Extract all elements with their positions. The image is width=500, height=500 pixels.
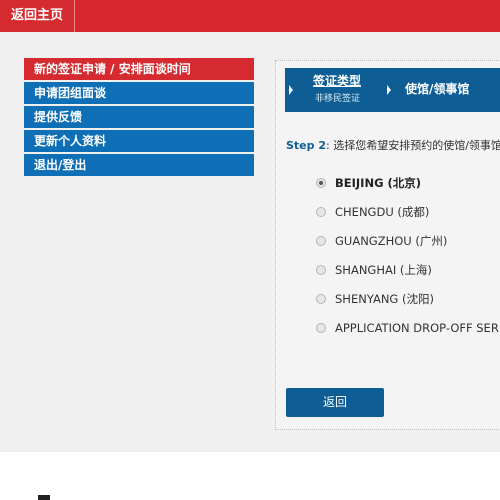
step-visa-type-sub: 非移民签证 xyxy=(315,94,361,104)
post-radio-group: BEIJING (北京) CHENGDU (成都) GUANGZHOU (广州)… xyxy=(316,168,500,342)
footer-area xyxy=(0,452,500,500)
step-arrow-icon xyxy=(383,68,393,115)
step-post-label: 使馆/领事馆 xyxy=(405,82,470,96)
radio-button[interactable] xyxy=(316,177,326,188)
radio-button[interactable] xyxy=(316,206,326,217)
post-option-label: APPLICATION DROP-OFF SER xyxy=(335,320,499,335)
post-option-label: SHANGHAI (上海) xyxy=(335,262,432,277)
post-option-shenyang[interactable]: SHENYANG (沈阳) xyxy=(316,284,500,313)
step-prompt: Step 2: 选择您希望安排预约的使馆/领事馆 xyxy=(286,137,500,153)
sidebar-item-logout[interactable]: 退出/登出 xyxy=(24,154,254,176)
post-option-beijing[interactable]: BEIJING (北京) xyxy=(316,168,500,197)
post-option-drop-off[interactable]: APPLICATION DROP-OFF SER xyxy=(316,313,500,342)
step-arrow-icon xyxy=(285,68,295,115)
step-visa-type-label[interactable]: 签证类型 xyxy=(313,72,361,89)
post-option-guangzhou[interactable]: GUANGZHOU (广州) xyxy=(316,226,500,255)
step-progress-bar: 签证类型 非移民签证 使馆/领事馆 xyxy=(285,68,500,112)
post-option-label: SHENYANG (沈阳) xyxy=(335,291,434,306)
post-option-shanghai[interactable]: SHANGHAI (上海) xyxy=(316,255,500,284)
post-selection-panel: 签证类型 非移民签证 使馆/领事馆 Step 2: 选择您希望安排预约的使馆/领… xyxy=(275,60,500,430)
sidebar-item-group-interview[interactable]: 申请团组面谈 xyxy=(24,82,254,104)
radio-button[interactable] xyxy=(316,264,326,275)
sidebar-item-new-application[interactable]: 新的签证申请 / 安排面谈时间 xyxy=(24,58,254,80)
step-number: Step 2 xyxy=(286,139,326,152)
post-option-label: GUANGZHOU (广州) xyxy=(335,233,448,248)
top-header-bar: 返回主页 xyxy=(0,0,500,32)
post-option-chengdu[interactable]: CHENGDU (成都) xyxy=(316,197,500,226)
sidebar-menu: 新的签证申请 / 安排面谈时间 申请团组面谈 提供反馈 更新个人资料 退出/登出 xyxy=(24,58,254,178)
footer-mark xyxy=(38,495,50,500)
back-button[interactable]: 返回 xyxy=(286,388,384,417)
sidebar-item-feedback[interactable]: 提供反馈 xyxy=(24,106,254,128)
post-option-label: BEIJING (北京) xyxy=(335,175,422,190)
home-button[interactable]: 返回主页 xyxy=(0,0,75,32)
step-prompt-text: : 选择您希望安排预约的使馆/领事馆 xyxy=(326,139,500,152)
radio-button[interactable] xyxy=(316,322,326,333)
sidebar-item-update-profile[interactable]: 更新个人资料 xyxy=(24,130,254,152)
radio-button[interactable] xyxy=(316,235,326,246)
radio-button[interactable] xyxy=(316,293,326,304)
post-option-label: CHENGDU (成都) xyxy=(335,204,430,219)
